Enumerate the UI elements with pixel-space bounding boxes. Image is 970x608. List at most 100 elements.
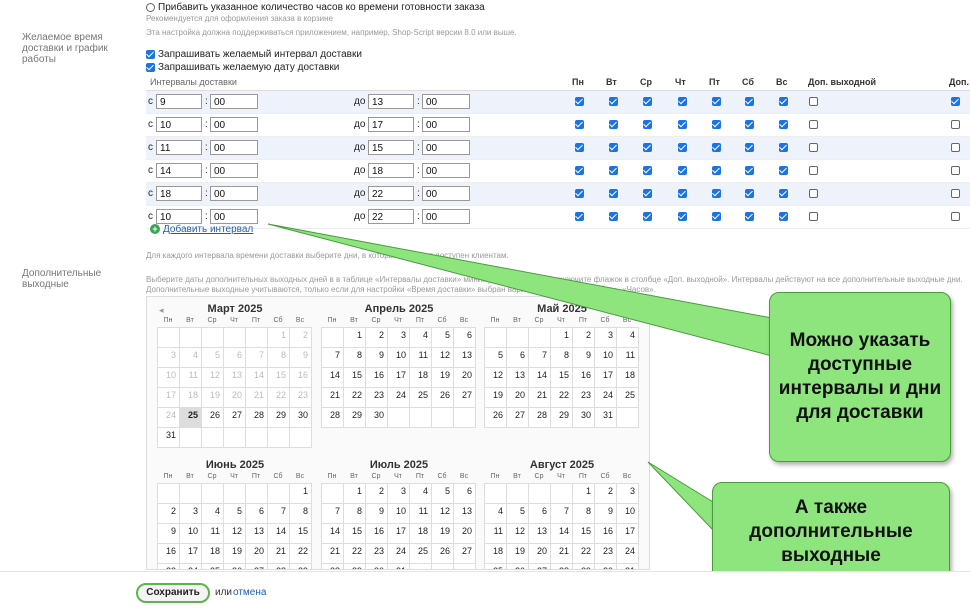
day-checkbox[interactable] [609,211,618,221]
cancel-link[interactable]: отмена [233,587,266,598]
day-cell[interactable]: 8 [573,504,595,524]
day-cell[interactable]: 14 [322,368,344,388]
day-cell[interactable]: 29 [551,408,573,428]
day-cell[interactable]: 31 [388,564,410,569]
from-hour-input[interactable]: 18 [156,186,202,201]
from-minute-input[interactable]: 00 [210,140,258,155]
day-cell[interactable]: 17 [388,524,410,544]
day-cell[interactable]: 25 [410,544,432,564]
day-cell[interactable]: 15 [344,368,366,388]
day-cell[interactable]: 30 [573,408,595,428]
day-cell[interactable]: 26 [485,408,507,428]
day-cell[interactable]: 15 [290,524,312,544]
day-cell[interactable]: 14 [268,524,290,544]
day-checkbox[interactable] [712,96,721,106]
day-cell[interactable]: 8 [344,504,366,524]
day-cell[interactable]: 6 [454,484,476,504]
day-cell[interactable]: 27 [454,388,476,408]
day-cell[interactable]: 11 [202,524,224,544]
day-cell[interactable]: 10 [617,504,639,524]
from-hour-input[interactable]: 10 [156,117,202,132]
to-minute-input[interactable]: 00 [422,163,470,178]
to-minute-input[interactable]: 00 [422,140,470,155]
day-checkbox[interactable] [678,165,687,175]
day-cell[interactable]: 31 [595,408,617,428]
opt-date-row[interactable]: Запрашивать желаемую дату доставки [146,62,339,73]
day-cell[interactable]: 18 [485,544,507,564]
day-cell[interactable]: 12 [507,524,529,544]
day-cell[interactable]: 29 [573,564,595,569]
day-cell[interactable]: 29 [268,408,290,428]
extra-day-checkbox-2[interactable] [951,165,960,175]
day-cell[interactable]: 27 [454,544,476,564]
day-cell[interactable]: 1 [344,484,366,504]
day-cell[interactable]: 5 [507,504,529,524]
day-cell[interactable]: 7 [268,504,290,524]
day-cell[interactable]: 24 [388,388,410,408]
day-cell[interactable]: 7 [551,504,573,524]
day-checkbox[interactable] [745,188,754,198]
day-cell[interactable]: 20 [529,544,551,564]
day-cell[interactable]: 21 [268,544,290,564]
day-cell[interactable]: 16 [573,368,595,388]
day-checkbox[interactable] [609,165,618,175]
from-minute-input[interactable]: 00 [210,117,258,132]
to-minute-input[interactable]: 00 [422,117,470,132]
day-checkbox[interactable] [575,142,584,152]
day-cell[interactable]: 9 [158,524,180,544]
day-cell[interactable]: 4 [485,504,507,524]
day-checkbox[interactable] [643,119,652,129]
day-cell[interactable]: 20 [454,524,476,544]
day-checkbox[interactable] [643,188,652,198]
day-cell[interactable]: 24 [617,544,639,564]
day-cell[interactable]: 25 [180,408,202,428]
day-cell[interactable]: 23 [573,388,595,408]
day-checkbox[interactable] [779,142,788,152]
to-minute-input[interactable]: 00 [422,186,470,201]
day-cell[interactable]: 3 [617,484,639,504]
day-cell[interactable]: 16 [158,544,180,564]
day-cell[interactable]: 5 [432,328,454,348]
day-cell[interactable]: 21 [551,544,573,564]
day-cell[interactable]: 23 [595,544,617,564]
day-checkbox[interactable] [712,188,721,198]
day-cell[interactable]: 23 [158,564,180,569]
extra-day-checkbox[interactable] [809,119,818,129]
day-cell[interactable]: 22 [551,388,573,408]
day-cell[interactable]: 26 [224,564,246,569]
day-cell[interactable]: 14 [529,368,551,388]
day-cell[interactable]: 26 [507,564,529,569]
day-cell[interactable]: 18 [410,524,432,544]
day-cell[interactable]: 13 [454,504,476,524]
day-cell[interactable]: 31 [158,428,180,448]
day-checkbox[interactable] [643,211,652,221]
day-checkbox[interactable] [779,188,788,198]
day-cell[interactable]: 6 [454,328,476,348]
day-cell[interactable]: 16 [595,524,617,544]
day-cell[interactable]: 11 [410,348,432,368]
to-hour-input[interactable]: 15 [368,140,414,155]
day-cell[interactable]: 11 [617,348,639,368]
day-checkbox[interactable] [575,119,584,129]
day-cell[interactable]: 13 [246,524,268,544]
day-checkbox[interactable] [575,165,584,175]
day-cell[interactable]: 19 [485,388,507,408]
extra-day-checkbox[interactable] [809,96,818,106]
add-interval-link[interactable]: + Добавить интервал [150,224,253,235]
day-cell[interactable]: 5 [485,348,507,368]
day-cell[interactable]: 26 [202,408,224,428]
day-cell[interactable]: 10 [595,348,617,368]
day-cell[interactable]: 30 [366,408,388,428]
day-cell[interactable]: 17 [180,544,202,564]
day-cell[interactable]: 17 [388,368,410,388]
day-cell[interactable]: 18 [410,368,432,388]
day-cell[interactable]: 21 [322,544,344,564]
day-cell[interactable]: 26 [432,388,454,408]
day-cell[interactable]: 8 [344,348,366,368]
opt-date-checkbox[interactable] [146,63,155,72]
day-cell[interactable]: 2 [595,484,617,504]
day-checkbox[interactable] [575,96,584,106]
day-cell[interactable]: 25 [485,564,507,569]
day-cell[interactable]: 20 [507,388,529,408]
day-cell[interactable]: 6 [529,504,551,524]
